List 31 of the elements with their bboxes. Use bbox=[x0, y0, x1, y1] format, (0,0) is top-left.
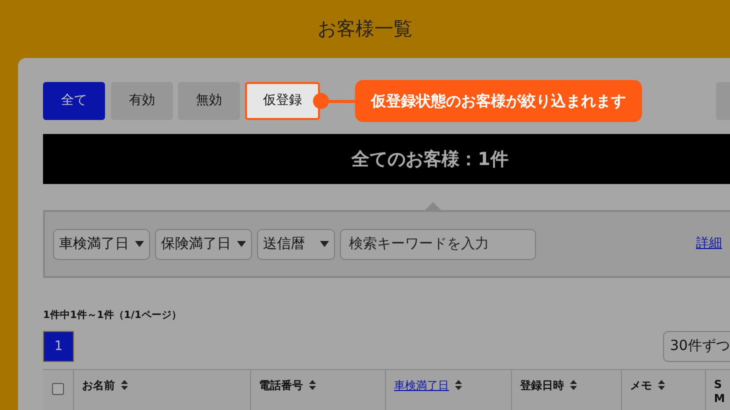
filter-tab[interactable]: 無効 bbox=[178, 82, 240, 120]
dropdown[interactable]: 車検満了日 bbox=[53, 228, 150, 260]
column-header[interactable]: メモ bbox=[630, 378, 652, 394]
page-button[interactable]: 1 bbox=[43, 331, 74, 362]
filter-tab[interactable]: 有効 bbox=[111, 82, 173, 120]
sort-icon[interactable] bbox=[658, 380, 665, 390]
callout-connector bbox=[313, 93, 355, 109]
result-count: 1件中1件～1件（1/1ページ） bbox=[43, 308, 182, 323]
sort-icon[interactable] bbox=[570, 380, 577, 390]
column-header[interactable]: 登録日時 bbox=[520, 378, 564, 394]
caret-icon bbox=[237, 241, 246, 247]
dropdown[interactable]: 保険満了日 bbox=[155, 228, 252, 260]
caret-icon bbox=[320, 241, 329, 247]
dropdown[interactable]: 送信暦 bbox=[257, 228, 335, 260]
select-all-checkbox[interactable] bbox=[52, 383, 64, 395]
summary-text: 全てのお客様：1件 bbox=[352, 148, 508, 172]
column-header: SM bbox=[714, 378, 726, 407]
page-title: お客様一覧 bbox=[318, 16, 412, 42]
sort-icon[interactable] bbox=[309, 380, 316, 390]
callout-tooltip: 仮登録状態のお客様が絞り込まれます bbox=[355, 80, 642, 122]
search-field[interactable]: 検索キーワードを入力 bbox=[340, 228, 536, 260]
per-page-select[interactable]: 30件ずつ bbox=[663, 331, 730, 362]
column-header[interactable]: 電話番号 bbox=[259, 378, 303, 394]
detail-link[interactable]: 詳細 bbox=[696, 234, 722, 254]
column-header[interactable]: 車検満了日 bbox=[394, 378, 449, 394]
filter-tab[interactable]: 全て bbox=[43, 82, 105, 120]
filter-tab[interactable]: 仮登録 bbox=[245, 82, 320, 120]
column-header[interactable]: お名前 bbox=[82, 378, 115, 394]
sort-icon[interactable] bbox=[455, 380, 462, 390]
caret-icon bbox=[135, 241, 144, 247]
sort-icon[interactable] bbox=[121, 380, 128, 390]
